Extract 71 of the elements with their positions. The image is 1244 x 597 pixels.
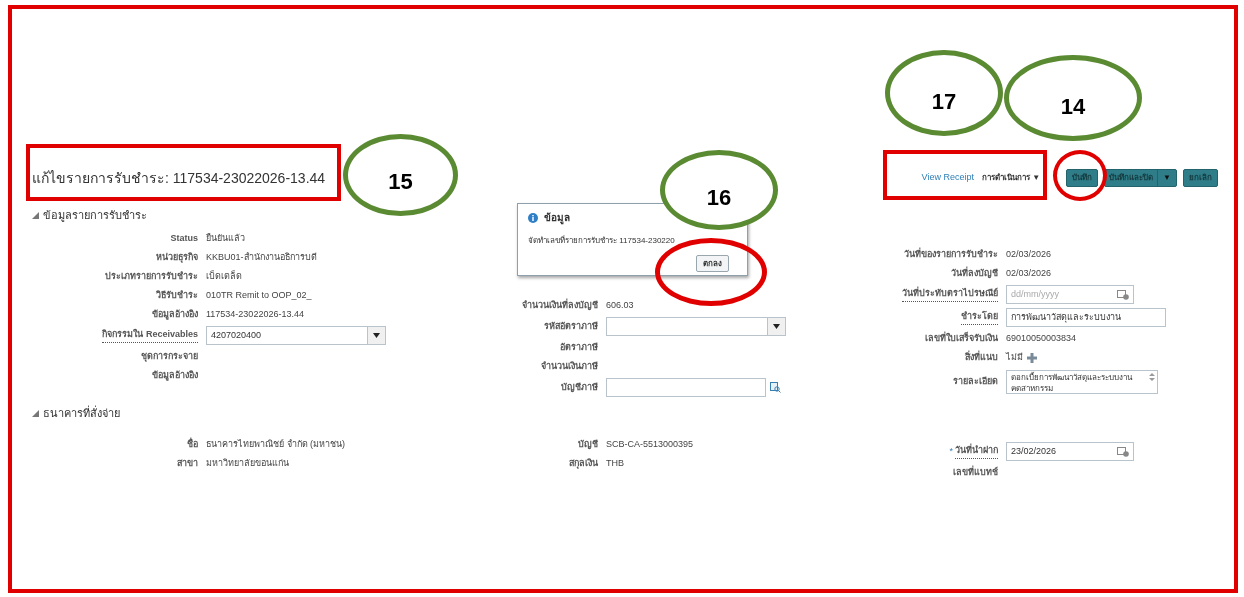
field-label: กิจกรรมใน Receivables	[102, 328, 198, 343]
field-value: ไม่มี	[1006, 350, 1023, 364]
field-label: สกุลเงิน	[569, 456, 598, 471]
field-label: รหัสอัตราภาษี	[544, 319, 598, 333]
text-area[interactable]: ดอกเบี้ยการพัฒนาวัสดุและระบบงาน คดสาหกรรม	[1006, 370, 1158, 394]
field-value: 606.03	[606, 298, 634, 312]
field-label: วันที่ประทับตราไปรษณีย์	[902, 287, 998, 302]
calendar-icon[interactable]	[1117, 446, 1129, 457]
field-value: 010TR Remit to OOP_02_	[206, 288, 312, 302]
collapse-triangle-icon[interactable]	[32, 211, 39, 219]
field-label: เลขที่แบทช์	[953, 465, 998, 479]
view-receipt-link[interactable]: View Receipt	[921, 171, 974, 185]
input-field[interactable]	[606, 378, 766, 397]
dropdown-field[interactable]	[606, 317, 786, 336]
field-value: 117534-23022026-13.44	[206, 307, 304, 321]
field-value: 02/03/2026	[1006, 247, 1052, 261]
required-mark: *	[949, 444, 953, 458]
section-title: ข้อมูลรายการรับชำระ	[43, 207, 147, 224]
input-field[interactable]: การพัฒนาวัสดุและระบบงาน	[1006, 308, 1166, 327]
field-label: ข้อมูลอ้างอิง	[152, 368, 198, 383]
save-and-close-button[interactable]: บันทึกและปิด ▼	[1104, 169, 1177, 187]
callout-number: 16	[660, 150, 778, 230]
field-label: จำนวนเงินภาษี	[541, 359, 598, 373]
field-label: วิธีรับชำระ	[156, 288, 198, 302]
field-label: รายละเอียด	[953, 375, 998, 389]
highlight-ring	[1053, 150, 1107, 201]
field-value: THB	[606, 456, 624, 470]
field-label: ข้อมูลอ้างอิง	[152, 307, 198, 322]
caret-icon	[767, 318, 785, 335]
field-label: ชุดการกระจาย	[141, 349, 198, 364]
field-value: KKBU01-สำนักงานอธิการบดี	[206, 250, 317, 264]
field-label: วันที่ของรายการรับชำระ	[904, 247, 998, 261]
add-icon[interactable]	[1027, 352, 1037, 363]
dialog-title: ข้อมูล	[544, 211, 570, 225]
field-value: 02/03/2026	[1006, 266, 1052, 280]
field-value: มหาวิทยาลัยขอนแก่น	[206, 456, 289, 470]
dialog-message: จัดทำเลขที่รายการรับชำระ 117534-230220	[528, 235, 676, 247]
field-label: เลขที่ใบเสร็จรับเงิน	[925, 331, 998, 345]
field-label: ประเภทรายการรับชำระ	[105, 269, 198, 283]
field-value: เบ็ดเตล็ด	[206, 269, 242, 283]
caret-icon	[367, 327, 385, 344]
field-label: ชำระโดย	[961, 310, 998, 325]
dropdown-field[interactable]: 4207020400	[206, 326, 386, 345]
callout-number: 15	[343, 134, 458, 216]
field-value: SCB-CA-5513000395	[606, 437, 694, 451]
callout-number: 17	[885, 50, 1003, 136]
info-icon	[528, 212, 538, 223]
calendar-icon[interactable]	[1117, 289, 1129, 300]
page-title: แก้ไขรายการรับชำระ: 117534-23022026-13.44	[32, 168, 326, 188]
callout-number: 14	[1004, 55, 1142, 141]
field-label: Status	[170, 231, 198, 245]
field-label: สาขา	[177, 456, 198, 470]
field-label: ชื่อ	[187, 437, 198, 451]
collapse-triangle-icon[interactable]	[32, 409, 39, 417]
actions-menu[interactable]: การดำเนินการ ▼	[981, 172, 1041, 184]
spinner-icon	[1149, 373, 1155, 381]
field-value: 69010050003834	[1006, 331, 1077, 345]
section-title: ธนาคารที่สั่งจ่าย	[43, 404, 120, 421]
field-label: บัญชีภาษี	[561, 380, 598, 395]
field-label: สิ่งที่แนบ	[965, 350, 998, 364]
field-value: ยืนยันแล้ว	[206, 231, 245, 245]
search-icon[interactable]	[770, 382, 781, 393]
field-value: ธนาคารไทยพาณิชย์ จำกัด (มหาชน)	[206, 437, 345, 451]
field-label: วันที่นำฝาก	[955, 444, 998, 459]
field-label: บัญชี	[578, 437, 598, 452]
ok-button[interactable]: ตกลง	[696, 255, 729, 272]
field-label: อัตราภาษี	[560, 340, 598, 354]
date-field[interactable]: 23/02/2026	[1006, 442, 1134, 461]
field-label: จำนวนเงินที่ลงบัญชี	[522, 298, 598, 313]
field-label: วันที่ลงบัญชี	[951, 266, 998, 281]
field-label: หน่วยธุรกิจ	[156, 250, 198, 265]
